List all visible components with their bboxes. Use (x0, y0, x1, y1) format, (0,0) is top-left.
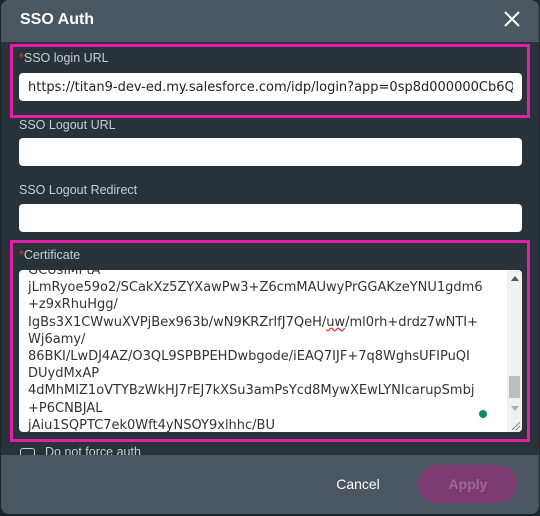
certificate-label-text: Certificate (23, 248, 81, 262)
logout-url-label: SSO Logout URL (19, 118, 116, 132)
apply-button[interactable]: Apply (418, 465, 518, 503)
dialog-title: SSO Auth (20, 11, 95, 28)
scroll-up-icon[interactable] (511, 276, 519, 281)
cert-line: 86BKI/LwDJ4AZ/O3QL9SPBPEHDwbgode/iEAQ7IJ… (28, 349, 470, 365)
resize-grip-icon[interactable] (512, 422, 520, 430)
login-url-label: *SSO login URL (19, 51, 109, 65)
logout-url-input[interactable] (19, 138, 522, 166)
cert-line: +z9xRhuHgg/ (28, 297, 118, 313)
login-url-label-text: SSO login URL (23, 51, 109, 65)
login-url-input[interactable] (19, 73, 522, 101)
dialog-footer: Cancel Apply (1, 455, 539, 514)
cert-line-part: /ml0rh+drdz7wNTI+ (345, 314, 479, 330)
cert-line: Wj6amy/ (28, 331, 86, 347)
close-icon[interactable] (501, 8, 523, 30)
cert-line: IgBs3X1CWwuXVPjBex963b/wN9KRZrlfJ7QeH/uw… (28, 314, 500, 331)
cert-line: jAiu1SQPTC7ek0Wft4yNSOY9xlhhc/BU (28, 417, 275, 432)
grammar-extension-icon[interactable] (479, 410, 487, 418)
logout-redirect-label: SSO Logout Redirect (19, 183, 138, 197)
spellcheck-word: uw (326, 314, 346, 330)
certificate-text: GCUsIMPtA jLmRyoe59o2/SCakXz5ZYXawPw3+Z6… (28, 270, 500, 432)
sso-auth-dialog: SSO Auth *SSO login URL SSO Logout URL S… (1, 0, 539, 514)
cert-line-part: IgBs3X1CWwuXVPjBex963b/wN9KRZrlfJ7QeH/ (28, 314, 327, 330)
cert-line: jLmRyoe59o2/SCakXz5ZYXawPw3+Z6cmMAUwyPrG… (28, 280, 483, 296)
cert-line: +P6CNBJAL (28, 400, 103, 416)
certificate-textarea[interactable]: GCUsIMPtA jLmRyoe59o2/SCakXz5ZYXawPw3+Z6… (19, 270, 522, 432)
certificate-label: *Certificate (19, 248, 80, 262)
cancel-button[interactable]: Cancel (323, 465, 393, 503)
textarea-scrollbar[interactable] (507, 270, 522, 432)
dialog-header: SSO Auth (1, 0, 539, 42)
scrollbar-thumb[interactable] (509, 376, 520, 398)
cert-line: DUydMxAP (28, 366, 100, 382)
scroll-down-icon[interactable] (511, 406, 519, 411)
logout-redirect-input[interactable] (19, 204, 522, 232)
cert-line: 4dMhMIZ1oVTYBzWkHJ7rEJ7kXSu3amPsYcd8MywX… (28, 383, 475, 399)
cert-line: GCUsIMPtA (28, 270, 101, 278)
